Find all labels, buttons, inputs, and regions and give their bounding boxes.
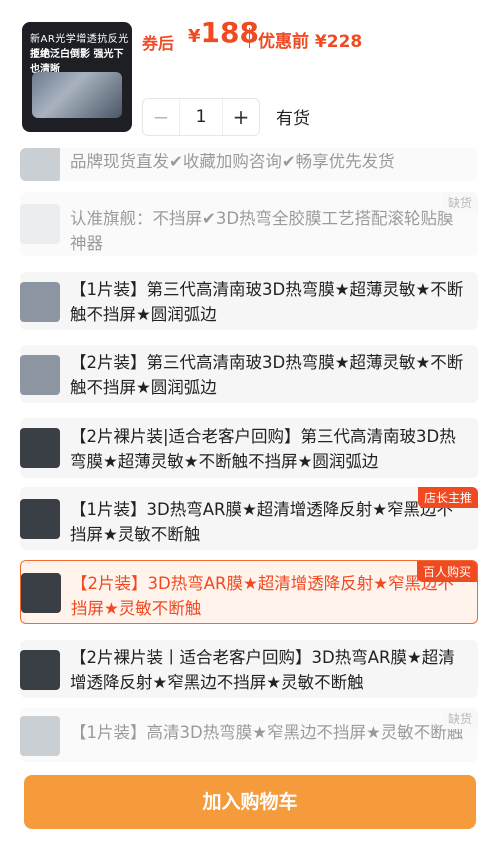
quantity-stepper[interactable]: − 1 +: [142, 98, 260, 136]
option-label: 【1片装】第三代高清南玻3D热弯膜★超薄灵敏★不断触不挡屏★圆润弧边: [70, 280, 464, 324]
option-item[interactable]: 【1片装】3D热弯AR膜★超清增透降反射★窄黑边不挡屏★灵敏不断触 店长主推: [20, 487, 478, 550]
quantity-value[interactable]: 1: [179, 99, 223, 135]
option-image: [20, 282, 60, 322]
decrease-quantity-button[interactable]: −: [143, 105, 179, 129]
option-label: 【2片裸片装丨适合老客户回购】3D热弯AR膜★超清增透降反射★窄黑边不挡屏★灵敏…: [70, 648, 455, 692]
increase-quantity-button[interactable]: +: [223, 105, 259, 129]
option-label: 【1片装】高清3D热弯膜★窄黑边不挡屏★灵敏不断触: [70, 723, 464, 742]
option-image: [20, 499, 60, 539]
option-label: 【2片装】第三代高清南玻3D热弯膜★超薄灵敏★不断触不挡屏★圆润弧边: [70, 353, 464, 397]
thumbnail-caption-2: 拒绝泛白倒影 强光下也清晰: [30, 49, 124, 75]
currency-symbol: ¥: [188, 26, 201, 47]
out-of-stock-badge: 缺货: [441, 192, 478, 213]
option-item[interactable]: 【1片装】高清3D热弯膜★窄黑边不挡屏★灵敏不断触 缺货: [20, 708, 478, 762]
out-of-stock-badge: 缺货: [441, 708, 478, 729]
option-item[interactable]: 认准旗舰：不挡屏✔3D热弯全胶膜工艺搭配滚轮贴膜神器 缺货: [20, 192, 478, 256]
option-image: [20, 428, 60, 468]
option-item[interactable]: 【1片装】第三代高清南玻3D热弯膜★超薄灵敏★不断触不挡屏★圆润弧边: [20, 272, 478, 330]
original-price: 优惠前 ¥228: [258, 32, 363, 52]
option-item[interactable]: 【2片裸片装丨适合老客户回购】3D热弯AR膜★超清增透降反射★窄黑边不挡屏★灵敏…: [20, 640, 478, 698]
option-label: 【2片装】3D热弯AR膜★超清增透降反射★窄黑边不挡屏★灵敏不断触: [71, 574, 455, 618]
product-thumbnail[interactable]: 新AR光学增透抗反光技术 拒绝泛白倒影 强光下也清晰: [22, 22, 132, 132]
option-item[interactable]: 【2片装】第三代高清南玻3D热弯膜★超薄灵敏★不断触不挡屏★圆润弧边: [20, 345, 478, 403]
option-item-selected[interactable]: 【2片装】3D热弯AR膜★超清增透降反射★窄黑边不挡屏★灵敏不断触 百人购买: [20, 560, 478, 624]
recommended-badge: 店长主推: [417, 487, 478, 508]
option-image: [20, 650, 60, 690]
option-image: [20, 355, 60, 395]
option-label: 【2片裸片装|适合老客户回购】第三代高清南玻3D热弯膜★超薄灵敏★不断触不挡屏★…: [70, 427, 456, 471]
coupon-price-label: 券后: [142, 34, 175, 53]
stock-status: 有货: [276, 109, 310, 129]
option-image: [20, 204, 60, 244]
price-divider: [249, 28, 250, 48]
option-label: 认准旗舰：不挡屏✔3D热弯全胶膜工艺搭配滚轮贴膜神器: [70, 209, 454, 253]
option-image: [20, 148, 60, 181]
option-label: 品牌现货直发✔收藏加购咨询✔畅享优先发货: [70, 152, 395, 171]
add-to-cart-button[interactable]: 加入购物车: [24, 775, 476, 829]
coupon-price-value: 188: [200, 16, 259, 49]
option-image: [20, 716, 60, 756]
product-header: 新AR光学增透抗反光技术 拒绝泛白倒影 强光下也清晰 券后 ¥188 优惠前 ¥…: [0, 0, 500, 150]
option-label: 【1片装】3D热弯AR膜★超清增透降反射★窄黑边不挡屏★灵敏不断触: [70, 500, 454, 544]
option-item[interactable]: 品牌现货直发✔收藏加购咨询✔畅享优先发货: [20, 148, 478, 181]
option-image: [21, 573, 61, 613]
thumbnail-screen-image: [32, 72, 122, 118]
popular-badge: 百人购买: [416, 561, 477, 582]
option-item[interactable]: 【2片裸片装|适合老客户回购】第三代高清南玻3D热弯膜★超薄灵敏★不断触不挡屏★…: [20, 418, 478, 478]
